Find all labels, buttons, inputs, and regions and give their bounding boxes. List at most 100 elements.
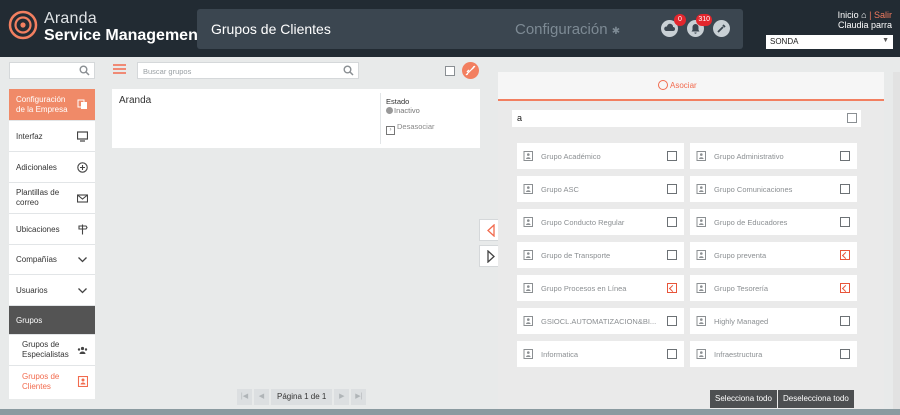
sidebar-item-label: Ubicaciones — [16, 224, 60, 234]
hamburger-menu-icon[interactable] — [113, 64, 126, 74]
sidebar-item-grupos[interactable]: Grupos — [9, 306, 95, 335]
contacts-icon — [696, 316, 706, 326]
group-checkbox[interactable] — [840, 250, 850, 260]
contacts-icon — [523, 283, 533, 293]
inicio-link[interactable]: Inicio ⌂ — [838, 10, 867, 20]
deselect-all-button[interactable]: Deselecciona todo — [778, 390, 854, 408]
config-link[interactable]: Configuración ✱ — [515, 21, 620, 38]
group-checkbox[interactable] — [840, 349, 850, 359]
company-select-value: SONDA — [770, 37, 799, 46]
tools-icon[interactable] — [713, 20, 730, 37]
select-all-button[interactable]: Selecciona todo — [710, 390, 777, 408]
group-filter-input[interactable]: a — [512, 110, 861, 127]
group-list-item[interactable]: Informatica — [517, 341, 684, 367]
sidebar-item-label: Compañías — [16, 255, 57, 264]
page-title: Grupos de Clientes — [211, 21, 331, 37]
sidebar-search-input[interactable] — [9, 62, 95, 79]
chevron-down-icon — [78, 257, 87, 263]
group-checkbox[interactable] — [667, 283, 677, 293]
pagination: |◀ ◀ Página 1 de 1 ▶ ▶| — [237, 389, 367, 405]
sidebar-item-grupos-clientes[interactable]: Grupos de Clientes — [9, 366, 95, 397]
sidebar-item-label: Adicionales — [16, 162, 57, 172]
group-list-item[interactable]: Grupo Administrativo — [690, 143, 857, 169]
contacts-icon — [696, 349, 706, 359]
header-bar: Grupos de Clientes Configuración ✱ 0 310 — [197, 9, 743, 49]
sidebar-item-companias[interactable]: Compañías — [9, 245, 95, 275]
unlink-button[interactable] — [462, 62, 479, 79]
group-list-item[interactable]: Highly Managed — [690, 308, 857, 334]
group-checkbox[interactable] — [667, 250, 677, 260]
sidebar-item-label: Grupos de Clientes — [22, 371, 60, 391]
group-list-item[interactable]: Grupo de Educadores — [690, 209, 857, 235]
group-checkbox[interactable] — [667, 349, 677, 359]
group-list-item[interactable]: Grupo de Transporte — [517, 242, 684, 268]
group-checkbox[interactable] — [667, 316, 677, 326]
company-select[interactable]: SONDA ▼ — [766, 35, 893, 49]
group-checkbox[interactable] — [840, 217, 850, 227]
aranda-logo-icon — [8, 10, 38, 40]
group-search-input[interactable]: Buscar grupos — [137, 62, 359, 79]
inicio-label: Inicio — [837, 10, 859, 20]
first-page-button[interactable]: |◀ — [237, 389, 252, 405]
sidebar-item-plantillas-correo[interactable]: Plantillas de correo — [9, 183, 95, 214]
tab-asociar[interactable]: Asociar — [498, 72, 884, 101]
contacts-icon — [696, 283, 706, 293]
group-card[interactable]: Aranda Estado Inactivo › Desasociar — [112, 89, 480, 148]
group-label: Infraestructura — [714, 350, 763, 359]
add-filter-icon[interactable] — [847, 113, 857, 123]
select-all-checkbox[interactable] — [445, 66, 455, 76]
salir-link[interactable]: Salir — [874, 10, 892, 20]
last-page-button[interactable]: ▶| — [351, 389, 367, 405]
sidebar-item-grupos-especialistas[interactable]: Grupos de Especialistas — [9, 335, 95, 366]
app-header: Aranda Service Management Grupos de Clie… — [0, 0, 900, 57]
group-list-item[interactable]: GSIOCL.AUTOMATIZACION&BI... — [517, 308, 684, 334]
group-list-item[interactable]: Grupo Procesos en Línea — [517, 275, 684, 301]
group-list-item[interactable]: Grupo Conducto Regular — [517, 209, 684, 235]
sidebar-item-adicionales[interactable]: Adicionales — [9, 152, 95, 183]
group-list-item[interactable]: Grupo preventa — [690, 242, 857, 268]
group-checkbox[interactable] — [840, 316, 850, 326]
group-list-item[interactable]: Infraestructura — [690, 341, 857, 367]
sidebar-item-ubicaciones[interactable]: Ubicaciones — [9, 214, 95, 245]
user-links: Inicio ⌂ | Salir Claudia parra — [838, 10, 892, 30]
group-list-item[interactable]: Grupo Académico — [517, 143, 684, 169]
next-page-button[interactable]: ▶ — [334, 389, 350, 405]
group-checkbox[interactable] — [667, 151, 677, 161]
filter-value: a — [517, 113, 523, 123]
copy-icon — [77, 99, 87, 109]
triangle-left-icon — [487, 224, 495, 237]
unlink-icon — [465, 65, 476, 76]
group-checkbox[interactable] — [667, 184, 677, 194]
group-list-item[interactable]: Grupo Comunicaciones — [690, 176, 857, 202]
config-label: Configuración — [515, 21, 608, 38]
prev-page-button[interactable]: ◀ — [254, 389, 269, 405]
group-label: Grupo Administrativo — [714, 152, 784, 161]
group-checkbox[interactable] — [840, 283, 850, 293]
search-icon — [343, 65, 354, 76]
group-checkbox[interactable] — [840, 151, 850, 161]
cloud-icon[interactable]: 0 — [661, 14, 686, 37]
desasociar-button[interactable]: › Desasociar — [386, 122, 435, 135]
footer-bar — [0, 409, 900, 415]
panel-scrollbar[interactable] — [893, 72, 900, 409]
bell-icon[interactable]: 310 — [687, 14, 712, 37]
group-list-item[interactable]: Grupo Tesorería — [690, 275, 857, 301]
search-placeholder: Buscar grupos — [143, 67, 192, 76]
group-label: Grupo Comunicaciones — [714, 185, 793, 194]
contacts-icon — [696, 217, 706, 227]
user-name: Claudia parra — [837, 20, 892, 30]
status-value: Inactivo — [394, 106, 420, 115]
group-list-item[interactable]: Grupo ASC — [517, 176, 684, 202]
desasociar-label: Desasociar — [397, 122, 435, 131]
search-icon — [79, 65, 90, 76]
group-label: Grupo Procesos en Línea — [541, 284, 627, 293]
plus-circle-icon — [658, 80, 668, 90]
sidebar-item-configuracion-empresa[interactable]: Configuración de la Empresa — [9, 89, 95, 121]
sidebar-item-interfaz[interactable]: Interfaz — [9, 121, 95, 152]
sidebar-item-usuarios[interactable]: Usuarios — [9, 275, 95, 306]
brand-product: Service Management — [44, 27, 204, 44]
group-checkbox[interactable] — [667, 217, 677, 227]
sidebar-item-label: Usuarios — [16, 285, 48, 295]
group-checkbox[interactable] — [840, 184, 850, 194]
link-separator: | — [869, 10, 872, 20]
